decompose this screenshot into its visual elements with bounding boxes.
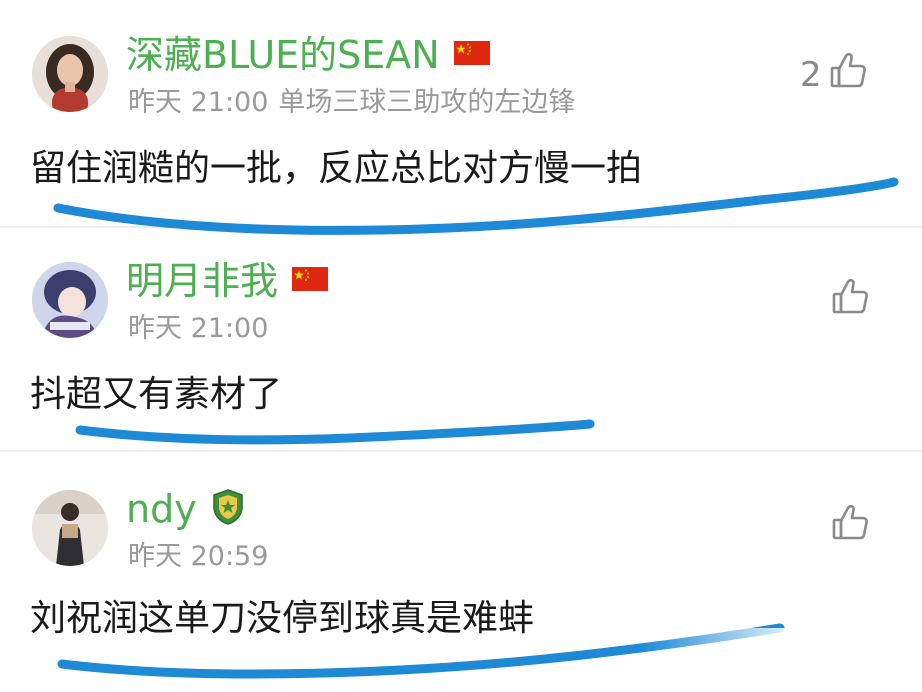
comment-time: 昨天 21:00 xyxy=(128,313,269,344)
avatar[interactable] xyxy=(32,36,108,112)
comment-item: 明月非我 昨天 21:00 抖超又有素材了 xyxy=(0,228,922,450)
comment-item: 深藏BLUE的SEAN 昨天 21:00 单场三球三助攻的左边锋 留住润糙的一批，… xyxy=(0,0,922,226)
thumbs-up-icon xyxy=(830,502,870,551)
username[interactable]: 明月非我 xyxy=(126,256,278,306)
avatar[interactable] xyxy=(32,490,108,566)
name-row: ndy xyxy=(126,484,245,534)
thumbs-up-icon xyxy=(830,276,870,325)
comment-text: 抖超又有素材了 xyxy=(30,374,283,415)
china-flag-icon xyxy=(292,267,329,295)
thumbs-up-icon xyxy=(828,50,868,99)
comment-meta: 昨天 20:59 xyxy=(128,540,288,574)
comment-meta: 昨天 21:00 单场三球三助攻的左边锋 xyxy=(128,86,585,120)
username[interactable]: 深藏BLUE的SEAN xyxy=(126,30,440,80)
like-button[interactable]: 2 xyxy=(800,50,868,99)
comment-text: 留住润糙的一批，反应总比对方慢一拍 xyxy=(30,148,643,189)
avatar[interactable] xyxy=(32,262,108,338)
name-row: 明月非我 xyxy=(126,256,329,306)
comment-meta: 昨天 21:00 xyxy=(128,312,288,346)
comment-time: 昨天 21:00 xyxy=(128,87,269,118)
like-count: 2 xyxy=(800,54,822,95)
name-row: 深藏BLUE的SEAN xyxy=(126,30,490,80)
china-flag-icon xyxy=(453,41,490,69)
user-title: 单场三球三助攻的左边锋 xyxy=(278,87,576,118)
watermark-fade xyxy=(640,628,922,692)
comment-time: 昨天 20:59 xyxy=(128,541,269,572)
like-button[interactable] xyxy=(830,276,870,325)
like-button[interactable] xyxy=(830,502,870,551)
comment-text: 刘祝润这单刀没停到球真是难蚌 xyxy=(30,598,535,639)
username[interactable]: ndy xyxy=(126,484,197,534)
club-crest-icon xyxy=(211,489,245,529)
